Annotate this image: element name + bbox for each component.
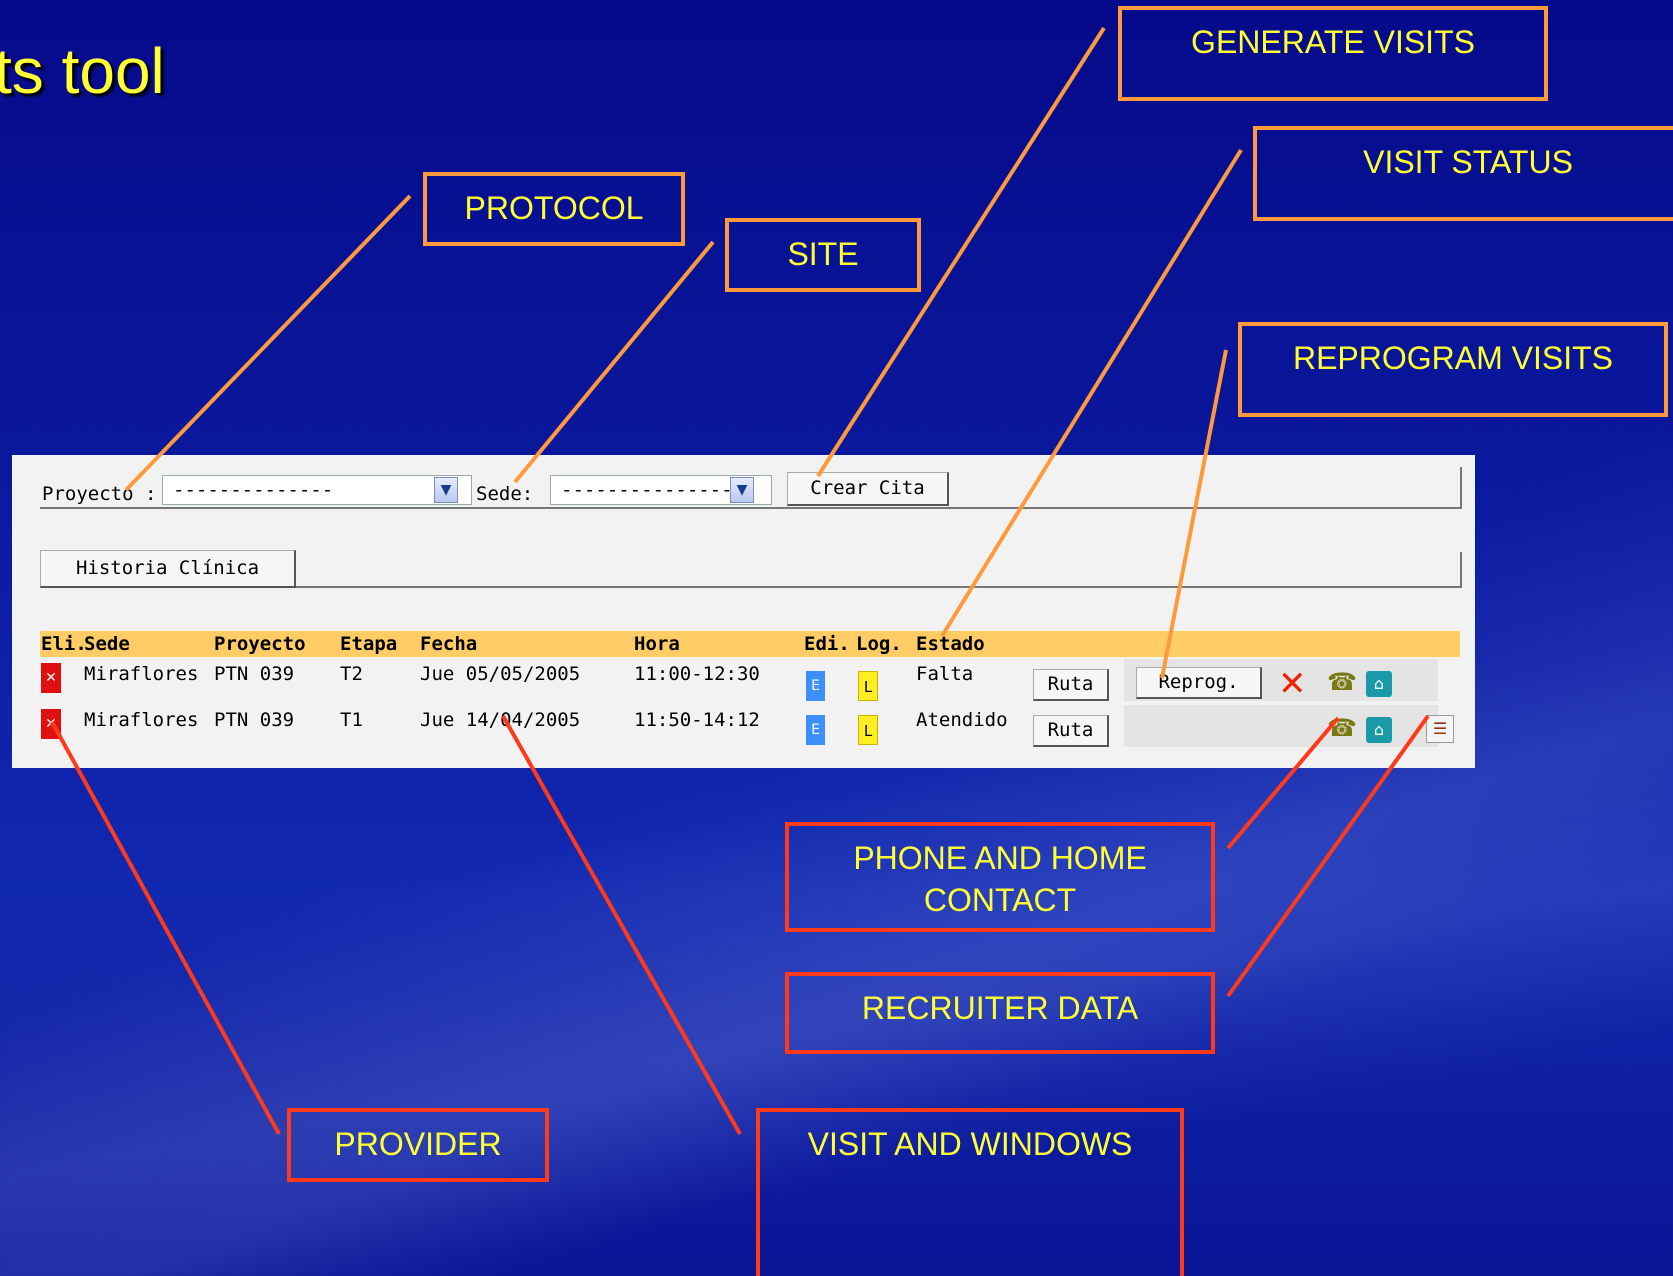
sede-chevron-down-icon[interactable]: ▼ bbox=[730, 477, 754, 503]
col-estado: Estado bbox=[916, 633, 985, 655]
log-icon[interactable]: L bbox=[858, 715, 878, 745]
col-log: Log. bbox=[856, 633, 902, 655]
col-etapa: Etapa bbox=[340, 633, 398, 655]
callout-provider: PROVIDER bbox=[287, 1108, 549, 1182]
cell-etapa: T1 bbox=[340, 709, 363, 731]
log-icon[interactable]: L bbox=[858, 671, 878, 701]
sede-select-value: --------------- bbox=[561, 479, 733, 501]
cell-sede: Miraflores bbox=[84, 663, 199, 685]
col-hora: Hora bbox=[634, 633, 680, 655]
callout-visit-status: VISIT STATUS bbox=[1253, 126, 1673, 221]
home-icon[interactable]: ⌂ bbox=[1366, 717, 1392, 743]
cell-hora: 11:50-14:12 bbox=[634, 709, 760, 731]
callout-reprogram-visits: REPROGRAM VISITS bbox=[1238, 322, 1668, 417]
connector-protocol bbox=[124, 194, 412, 492]
ruta-button[interactable]: Ruta bbox=[1033, 715, 1109, 747]
red-connectors bbox=[50, 714, 1430, 1135]
cell-proyecto: PTN 039 bbox=[214, 709, 295, 731]
table-row: ✕ Miraflores PTN 039 T2 Jue 05/05/2005 1… bbox=[40, 657, 1460, 703]
sede-label: Sede: bbox=[476, 483, 534, 505]
callout-visit-windows: VISIT AND WINDOWS bbox=[756, 1108, 1184, 1276]
recruiter-icon[interactable]: ☰ bbox=[1426, 715, 1454, 743]
phone-icon[interactable]: ☎ bbox=[1327, 715, 1357, 741]
connector-provider bbox=[50, 721, 281, 1135]
proyecto-select-value: -------------- bbox=[173, 479, 334, 501]
phone-icon[interactable]: ☎ bbox=[1327, 669, 1357, 695]
table-row: ✕ Miraflores PTN 039 T1 Jue 14/04/2005 1… bbox=[40, 703, 1460, 749]
connector-visit-windows bbox=[501, 715, 742, 1135]
callout-generate-visits: GENERATE VISITS bbox=[1118, 6, 1548, 101]
cell-fecha: Jue 14/04/2005 bbox=[420, 709, 581, 731]
historia-clinica-button[interactable]: Historia Clínica bbox=[40, 550, 296, 588]
crear-cita-button[interactable]: Crear Cita bbox=[787, 472, 949, 506]
col-proyecto: Proyecto bbox=[214, 633, 306, 655]
proyecto-select[interactable]: -------------- bbox=[162, 475, 472, 505]
cell-estado: Falta bbox=[916, 663, 974, 685]
edit-icon[interactable]: E bbox=[806, 671, 825, 701]
edit-icon[interactable]: E bbox=[806, 715, 825, 745]
cell-proyecto: PTN 039 bbox=[214, 663, 295, 685]
home-icon[interactable]: ⌂ bbox=[1366, 671, 1392, 697]
cell-estado: Atendido bbox=[916, 709, 1008, 731]
slide-title: ts tool bbox=[0, 35, 165, 107]
callout-site: SITE bbox=[725, 218, 921, 292]
proyecto-label: Proyecto : bbox=[42, 483, 157, 505]
col-eli: Eli. bbox=[41, 633, 87, 655]
delete-icon[interactable]: ✕ bbox=[41, 709, 61, 739]
col-sede: Sede bbox=[84, 633, 130, 655]
delete-icon[interactable]: ✕ bbox=[41, 663, 61, 693]
cell-sede: Miraflores bbox=[84, 709, 199, 731]
connector-site bbox=[513, 240, 715, 484]
cell-fecha: Jue 05/05/2005 bbox=[420, 663, 581, 685]
close-icon[interactable]: ✕ bbox=[1278, 667, 1307, 701]
cell-hora: 11:00-12:30 bbox=[634, 663, 760, 685]
cell-etapa: T2 bbox=[340, 663, 363, 685]
col-edi: Edi. bbox=[804, 633, 850, 655]
callout-recruiter-data: RECRUITER DATA bbox=[785, 972, 1215, 1054]
col-fecha: Fecha bbox=[420, 633, 478, 655]
visits-app-panel: Proyecto : -------------- ▼ Sede: ------… bbox=[12, 455, 1475, 768]
ruta-button[interactable]: Ruta bbox=[1033, 669, 1109, 701]
proyecto-chevron-down-icon[interactable]: ▼ bbox=[434, 477, 458, 503]
callout-phone-home-contact: PHONE AND HOME CONTACT bbox=[785, 822, 1215, 932]
callout-protocol: PROTOCOL bbox=[423, 172, 685, 246]
reprog-button[interactable]: Reprog. bbox=[1136, 667, 1262, 699]
